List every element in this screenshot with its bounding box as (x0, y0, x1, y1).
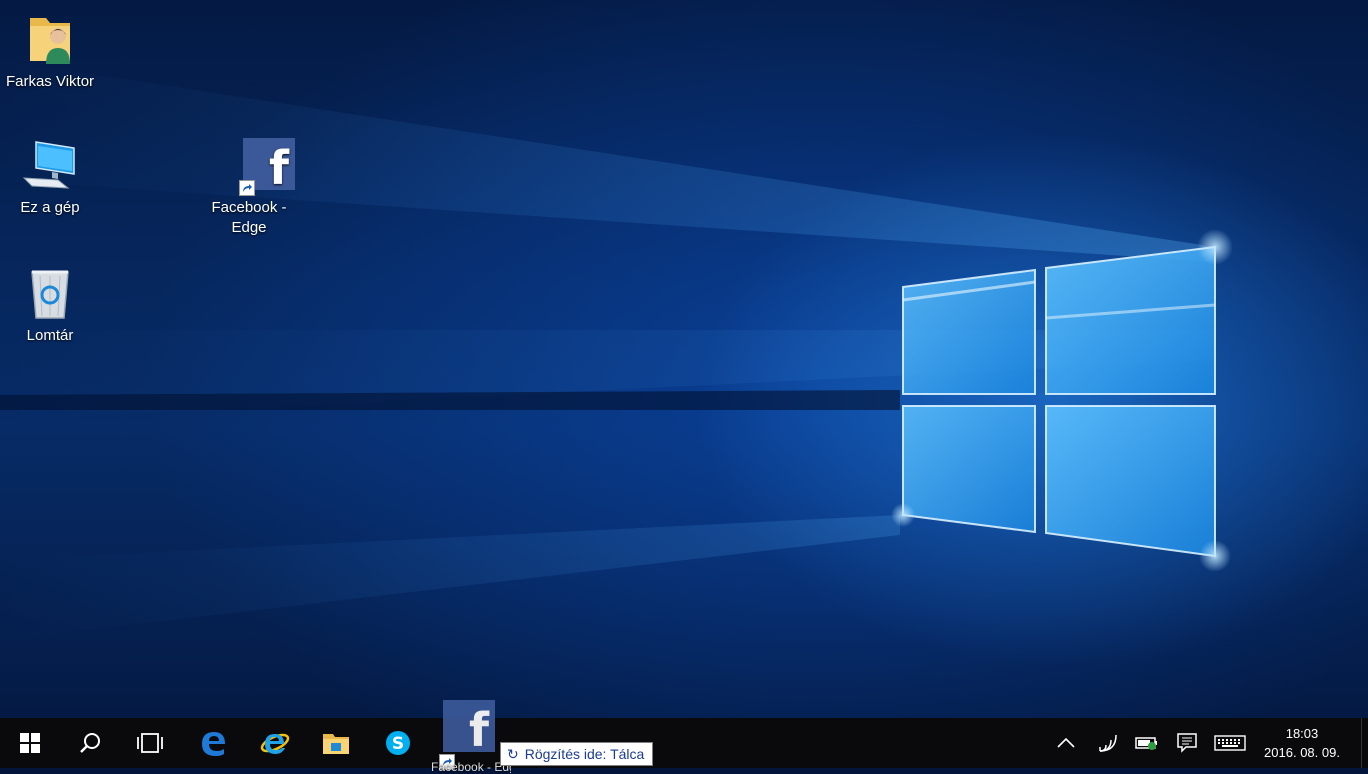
desktop-icon-this-pc[interactable]: Ez a gép (2, 138, 98, 218)
show-hidden-icons-button[interactable] (1052, 718, 1080, 768)
edge-icon (202, 732, 225, 756)
desktop-icon-label: Facebook - Edge (211, 199, 287, 236)
windows-logo-icon (20, 733, 40, 753)
desktop-wallpaper (0, 0, 1368, 718)
internet-explorer-icon (260, 733, 290, 754)
taskbar-internet-explorer[interactable] (245, 718, 305, 768)
clock-time: 18:03 (1285, 726, 1319, 741)
skype-icon: S (386, 731, 410, 755)
wifi-icon (1099, 734, 1117, 752)
shortcut-arrow-icon (239, 180, 255, 196)
tooltip-text: Rögzítés ide: Tálca (524, 746, 645, 762)
facebook-icon: f (443, 700, 495, 752)
file-explorer-icon (323, 734, 349, 754)
search-icon (80, 733, 100, 753)
network-button[interactable] (1092, 718, 1122, 768)
user-folder-icon (22, 12, 78, 68)
battery-button[interactable] (1132, 718, 1162, 768)
this-pc-icon (22, 138, 78, 194)
desktop-icon-recycle-bin[interactable]: Lomtár (2, 266, 98, 346)
taskbar: S 18:03 2016. 08. 09. (0, 718, 1368, 768)
desktop-icon-label: Lomtár (26, 327, 74, 344)
facebook-shortcut-icon: f (221, 138, 295, 196)
battery-icon (1135, 737, 1157, 750)
taskbar-skype[interactable]: S (368, 718, 428, 768)
start-button[interactable] (0, 718, 60, 768)
pin-to-taskbar-tooltip: ↻ Rögzítés ide: Tálca (500, 742, 654, 766)
dragged-shortcut-label: Facebook - Edge (431, 760, 511, 774)
link-arrow-icon: ↻ (507, 746, 519, 762)
desktop-icon-user-folder[interactable]: Farkas Viktor (2, 12, 98, 92)
svg-text:S: S (392, 734, 404, 754)
show-desktop-button[interactable] (1361, 718, 1368, 768)
windows-logo-wallpaper (0, 60, 1233, 640)
task-view-button[interactable] (120, 718, 180, 768)
action-center-icon (1177, 733, 1197, 753)
recycle-bin-icon (22, 266, 78, 322)
taskbar-file-explorer[interactable] (306, 718, 366, 768)
action-center-button[interactable] (1172, 718, 1202, 768)
desktop-icon-facebook-edge[interactable]: f Facebook - Edge (201, 138, 297, 238)
desktop-icon-label: Ez a gép (20, 199, 80, 216)
search-button[interactable] (60, 718, 120, 768)
keyboard-icon (1214, 735, 1246, 751)
taskbar-clock[interactable]: 18:03 2016. 08. 09. (1262, 718, 1342, 768)
chevron-up-icon (1057, 738, 1075, 748)
taskbar-edge[interactable] (183, 718, 243, 768)
dragged-shortcut[interactable]: f Facebook - Edge (431, 700, 511, 774)
touch-keyboard-button[interactable] (1212, 718, 1248, 768)
task-view-icon (137, 733, 163, 753)
clock-date: 2016. 08. 09. (1264, 745, 1340, 760)
desktop-icon-label: Farkas Viktor (5, 73, 95, 90)
